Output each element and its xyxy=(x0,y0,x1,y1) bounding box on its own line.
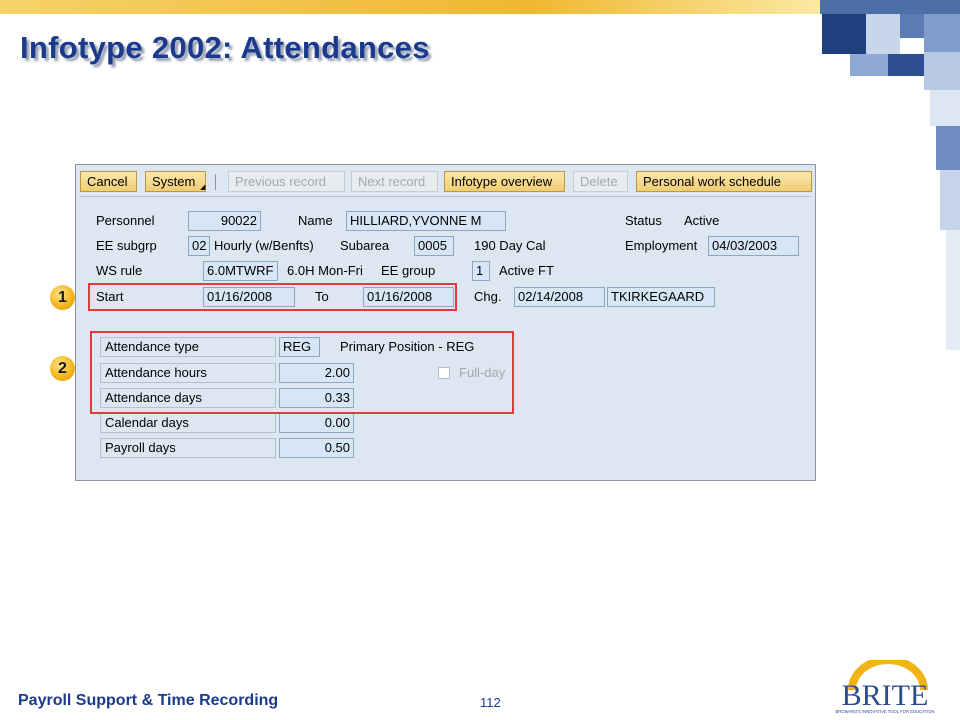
personnel-number-field[interactable]: 90022 xyxy=(188,211,261,231)
personal-work-schedule-button[interactable]: Personal work schedule xyxy=(636,171,812,192)
employment-label: Employment xyxy=(625,238,698,253)
dropdown-triangle-icon: ◢ xyxy=(200,184,206,191)
personnel-label: Personnel xyxy=(96,213,155,228)
ee-subgroup-label: EE subgrp xyxy=(96,238,157,253)
subarea-text: 190 Day Cal xyxy=(474,238,546,253)
system-menu-button[interactable]: System xyxy=(145,171,206,192)
page-number: 112 xyxy=(480,695,501,710)
change-user-field[interactable]: TKIRKEGAARD xyxy=(607,287,715,307)
start-end-highlight xyxy=(88,283,457,311)
footer-title: Payroll Support & Time Recording xyxy=(18,692,279,709)
cancel-button[interactable]: Cancel xyxy=(80,171,137,192)
ee-group-text: Active FT xyxy=(499,263,554,278)
next-record-button[interactable]: Next record xyxy=(351,171,438,192)
ws-rule-field[interactable]: 6.0MTWRF xyxy=(203,261,278,281)
calendar-days-field[interactable]: 0.00 xyxy=(279,413,354,433)
employment-date-field[interactable]: 04/03/2003 xyxy=(708,236,799,256)
subarea-label: Subarea xyxy=(340,238,390,253)
sap-screen: Cancel System ◢ Previous record Next rec… xyxy=(75,164,816,481)
logo-tagline: BROWARD'S INNOVATIVE TOOL FOR EDUCATION xyxy=(836,709,935,714)
payroll-days-label: Payroll days xyxy=(100,438,276,458)
logo-wordmark: BRITE xyxy=(842,679,929,712)
status-value: Active xyxy=(684,213,720,228)
ee-subgroup-field[interactable]: 02 xyxy=(188,236,210,256)
subarea-field[interactable]: 0005 xyxy=(414,236,454,256)
ee-group-label: EE group xyxy=(381,263,436,278)
toolbar-separator xyxy=(215,174,216,190)
delete-button[interactable]: Delete xyxy=(573,171,628,192)
previous-record-button[interactable]: Previous record xyxy=(228,171,345,192)
ee-group-field[interactable]: 1 xyxy=(472,261,490,281)
ee-subgroup-text: Hourly (w/Benfts) xyxy=(214,238,314,253)
infotype-overview-button[interactable]: Infotype overview xyxy=(444,171,565,192)
attendance-highlight xyxy=(90,331,514,414)
toolbar-divider xyxy=(80,196,811,197)
ws-rule-text: 6.0H Mon-Fri xyxy=(287,263,363,278)
payroll-days-field[interactable]: 0.50 xyxy=(279,438,354,458)
change-label: Chg. xyxy=(474,289,502,304)
callout-marker-2: 2 xyxy=(50,356,75,381)
callout-marker-1: 1 xyxy=(50,285,75,310)
top-decor-bar xyxy=(0,0,820,14)
ws-rule-label: WS rule xyxy=(96,263,143,278)
change-date-field[interactable]: 02/14/2008 xyxy=(514,287,605,307)
brite-logo: BRITE BROWARD'S INNOVATIVE TOOL FOR EDUC… xyxy=(836,660,935,714)
employee-name-field[interactable]: HILLIARD,YVONNE M xyxy=(346,211,506,231)
name-label: Name xyxy=(298,213,333,228)
status-label: Status xyxy=(625,213,662,228)
slide-title: Infotype 2002: Attendances xyxy=(20,30,430,65)
calendar-days-label: Calendar days xyxy=(100,413,276,433)
